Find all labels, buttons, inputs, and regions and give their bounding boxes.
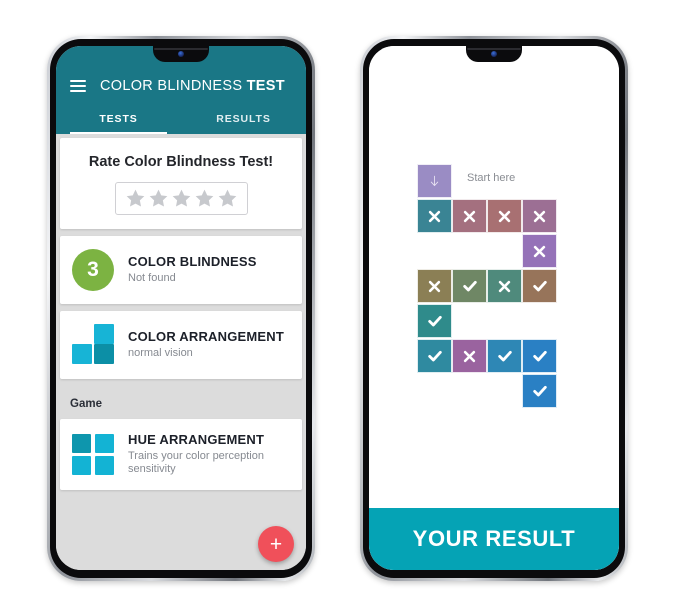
tab-tests[interactable]: TESTS (56, 104, 181, 134)
grid-cell-cross[interactable] (522, 199, 557, 233)
rate-card-title: Rate Color Blindness Test! (88, 154, 274, 170)
score-badge: 3 (72, 249, 114, 291)
app-title-bold: TEST (246, 78, 285, 94)
check-icon (532, 385, 547, 397)
list-item-text-group: HUE ARRANGEMENT Trains your color percep… (128, 432, 290, 477)
cross-icon (428, 280, 441, 292)
list-item-title: COLOR BLINDNESS (128, 254, 257, 270)
result-screen: Start here YOUR RESULT (369, 46, 619, 570)
grid-cell-arrow[interactable] (417, 164, 452, 198)
cross-icon (463, 210, 476, 222)
grid-cell-cross[interactable] (487, 269, 522, 303)
app-title: COLOR BLINDNESS TEST (100, 78, 285, 94)
check-icon (427, 350, 442, 362)
app-bar: COLOR BLINDNESS TEST (56, 68, 306, 104)
list-item-color-arrangement[interactable]: COLOR ARRANGEMENT normal vision (60, 311, 302, 379)
answer-grid-wrapper: Start here (417, 164, 563, 414)
grid-cell-check[interactable] (522, 269, 557, 303)
star-rating-widget[interactable] (114, 182, 248, 215)
grid-cell-check[interactable] (452, 269, 487, 303)
cross-icon (533, 210, 546, 222)
list-item-color-blindness[interactable]: 3 COLOR BLINDNESS Not found (60, 236, 302, 304)
grid-cell-cross[interactable] (452, 339, 487, 373)
star-icon[interactable] (194, 188, 215, 209)
section-header-game: Game (70, 398, 102, 410)
add-button-fab[interactable]: + (258, 526, 294, 562)
grid-cell-cross[interactable] (487, 199, 522, 233)
tab-results[interactable]: RESULTS (181, 104, 306, 134)
list-item-hue-arrangement[interactable]: HUE ARRANGEMENT Trains your color percep… (60, 419, 302, 491)
down-arrow-icon (430, 175, 439, 187)
check-icon (532, 350, 547, 362)
check-icon (427, 315, 442, 327)
cross-icon (463, 350, 476, 362)
phone-right-bezel: Start here YOUR RESULT (363, 39, 625, 578)
rate-app-card: Rate Color Blindness Test! (60, 138, 302, 229)
start-here-label: Start here (467, 172, 516, 184)
star-icon[interactable] (148, 188, 169, 209)
phone-left-screen: COLOR BLINDNESS TEST TESTS RESULTS Rate … (56, 46, 306, 570)
your-result-button[interactable]: YOUR RESULT (369, 508, 619, 570)
earpiece-speaker (154, 48, 208, 50)
app-title-light: COLOR BLINDNESS (100, 78, 247, 94)
grid-cell-cross[interactable] (417, 199, 452, 233)
list-item-subtitle: Not found (128, 271, 176, 284)
check-icon (462, 280, 477, 292)
grid-cell-check[interactable] (522, 339, 557, 373)
answer-grid[interactable] (417, 164, 563, 414)
star-icon[interactable] (171, 188, 192, 209)
phone-left-bezel: COLOR BLINDNESS TEST TESTS RESULTS Rate … (50, 39, 312, 578)
check-icon (532, 280, 547, 292)
list-item-text-group: COLOR BLINDNESS Not found (128, 254, 257, 285)
list-item-subtitle: normal vision (128, 346, 193, 359)
hue-arrangement-grid-icon (72, 433, 114, 476)
list-item-subtitle: Trains your color perception sensitivity (128, 449, 264, 476)
cross-icon (428, 210, 441, 222)
grid-cell-cross[interactable] (452, 199, 487, 233)
color-arrangement-tiles-icon (72, 324, 114, 366)
grid-cell-cross[interactable] (522, 234, 557, 268)
earpiece-speaker (467, 48, 521, 50)
list-item-text-group: COLOR ARRANGEMENT normal vision (128, 329, 284, 360)
list-item-title: COLOR ARRANGEMENT (128, 329, 285, 345)
check-icon (497, 350, 512, 362)
tab-bar: TESTS RESULTS (56, 104, 306, 134)
phone-right: Start here YOUR RESULT (360, 36, 628, 581)
phone-left: COLOR BLINDNESS TEST TESTS RESULTS Rate … (47, 36, 315, 581)
star-icon[interactable] (217, 188, 238, 209)
grid-cell-check[interactable] (417, 304, 452, 338)
cross-icon (498, 280, 511, 292)
grid-cell-check[interactable] (417, 339, 452, 373)
test-list[interactable]: Rate Color Blindness Test! 3 COLOR BLIND… (56, 134, 306, 570)
grid-cell-check[interactable] (487, 339, 522, 373)
grid-cell-check[interactable] (522, 374, 557, 408)
star-icon[interactable] (125, 188, 146, 209)
cross-icon (533, 245, 546, 257)
cross-icon (498, 210, 511, 222)
list-item-title: HUE ARRANGEMENT (128, 432, 265, 447)
hamburger-menu-icon[interactable] (70, 80, 86, 92)
grid-cell-cross[interactable] (417, 269, 452, 303)
phone-right-screen: Start here YOUR RESULT (369, 46, 619, 570)
